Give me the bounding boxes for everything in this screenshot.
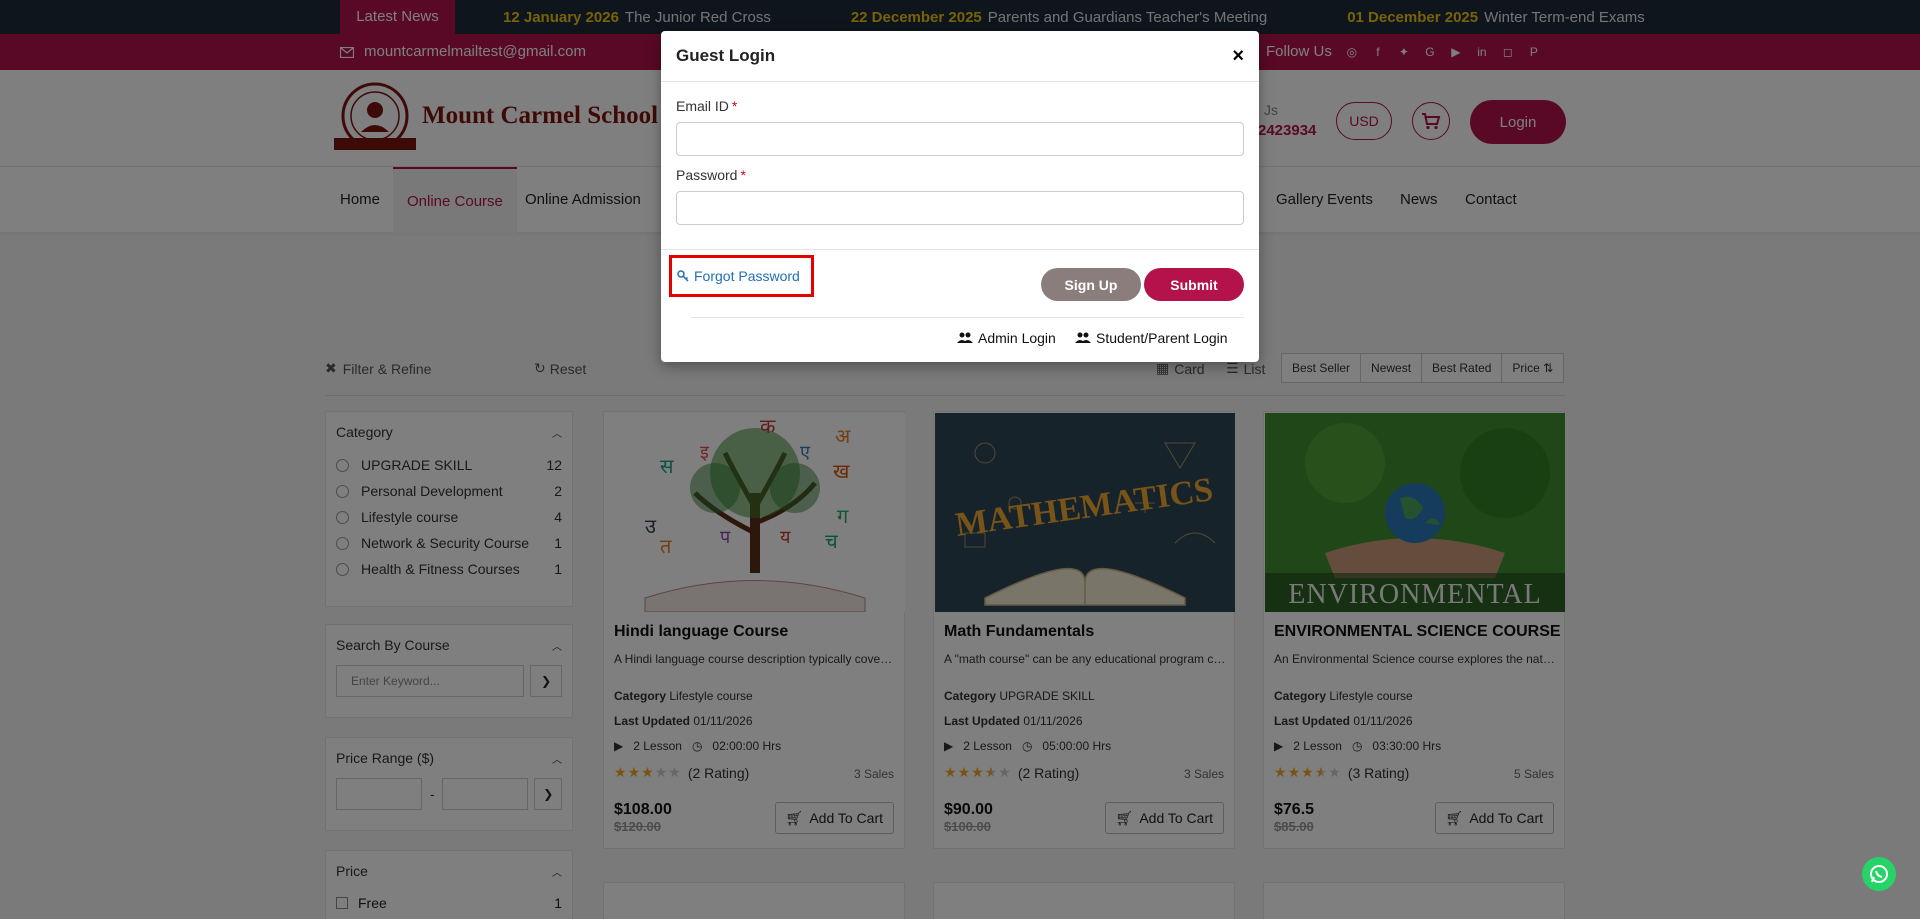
users-icon [957, 332, 973, 343]
modal-divider [691, 317, 1244, 318]
whatsapp-icon [1870, 865, 1888, 883]
modal-header: Guest Login × [661, 31, 1259, 82]
sign-up-button[interactable]: Sign Up [1041, 268, 1141, 301]
admin-login-link[interactable]: Admin Login [957, 330, 1056, 346]
forgot-password-link[interactable]: Forgot Password [669, 255, 814, 297]
key-icon [677, 270, 689, 282]
users-icon [1075, 332, 1091, 343]
password-label: Password * [676, 167, 746, 183]
whatsapp-chat-button[interactable] [1862, 857, 1896, 891]
password-field[interactable] [676, 191, 1244, 225]
modal-divider [661, 249, 1259, 250]
guest-login-modal: Guest Login × Email ID * Password * Forgot… [661, 31, 1259, 362]
modal-title: Guest Login [676, 46, 776, 65]
student-parent-login-link[interactable]: Student/Parent Login [1075, 330, 1228, 346]
close-icon[interactable]: × [1232, 45, 1244, 68]
email-label: Email ID * [676, 98, 738, 114]
submit-button[interactable]: Submit [1144, 268, 1244, 301]
email-field[interactable] [676, 122, 1244, 156]
